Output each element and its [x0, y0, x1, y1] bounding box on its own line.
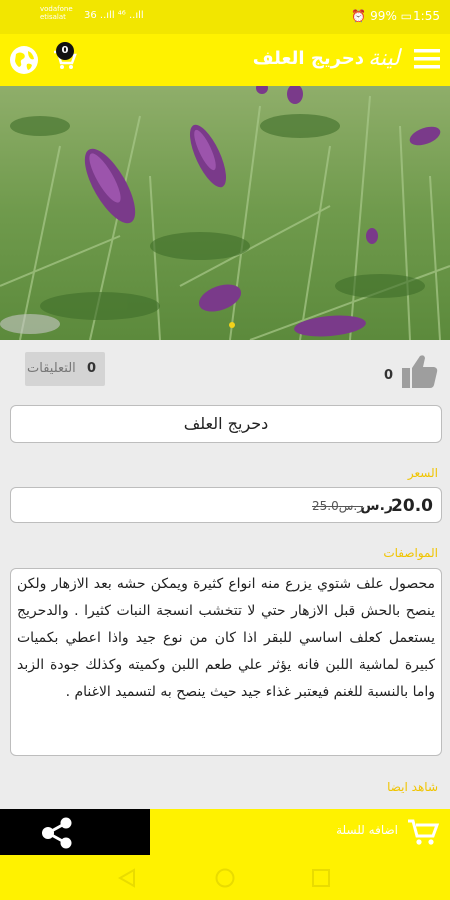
home-icon[interactable] [214, 867, 236, 889]
price-unit: ر.س [360, 498, 393, 514]
comments-label: التعليقات [27, 361, 76, 376]
recents-icon[interactable] [310, 867, 332, 889]
signal-icon: 36 ..ıll ⁴⁶ ..ıll [84, 10, 144, 21]
page-title: دحريج العلف [252, 48, 364, 69]
carrier-2: etisalat [40, 13, 66, 21]
thumbs-up-icon[interactable] [400, 352, 440, 390]
add-to-cart-button[interactable]: اضافه للسلة [150, 809, 450, 855]
product-image[interactable] [0, 86, 450, 340]
plant-photo [0, 86, 450, 340]
system-nav-bar [0, 855, 450, 900]
status-bar: vodafone etisalat 36 ..ıll ⁴⁶ ..ıll ⏰ 99… [0, 0, 450, 34]
back-icon[interactable] [116, 867, 138, 889]
share-button[interactable] [0, 809, 150, 855]
social-row: التعليقات 0 0 [0, 340, 450, 398]
see-also-label: شاهد ايضا [387, 780, 438, 794]
comments-button[interactable]: التعليقات 0 [25, 352, 105, 386]
price-box: 20.0 ر.س 25.0ر.س [10, 487, 442, 523]
price-old: 25.0ر.س [312, 499, 363, 513]
battery-percent: 99% [370, 9, 397, 23]
carrier-info: vodafone etisalat [40, 5, 73, 21]
product-description: محصول علف شتوي يزرع منه انواع كثيرة ويمك… [10, 568, 442, 756]
share-icon [42, 817, 72, 849]
app-logo: لينة [368, 46, 400, 71]
price-current: 20.0 [391, 496, 433, 516]
bottom-action-bar: اضافه للسلة [0, 809, 450, 855]
add-to-cart-label: اضافه للسلة [336, 823, 398, 837]
likes-count: 0 [384, 368, 394, 383]
app-bar: 0 دحريج العلف لينة [0, 34, 450, 86]
comments-count: 0 [87, 361, 97, 376]
clock: 1:55 [413, 9, 440, 23]
globe-icon[interactable] [8, 44, 40, 76]
product-name: دحريج العلف [10, 405, 442, 443]
cart-count-badge: 0 [56, 42, 74, 60]
hamburger-menu-icon[interactable] [414, 48, 440, 70]
carrier-1: vodafone [40, 5, 73, 13]
battery-level: ⏰ 99% ▭ [351, 9, 412, 23]
specs-label: المواصفات [383, 546, 438, 560]
price-label: السعر [407, 466, 438, 480]
cart-icon [408, 819, 440, 845]
